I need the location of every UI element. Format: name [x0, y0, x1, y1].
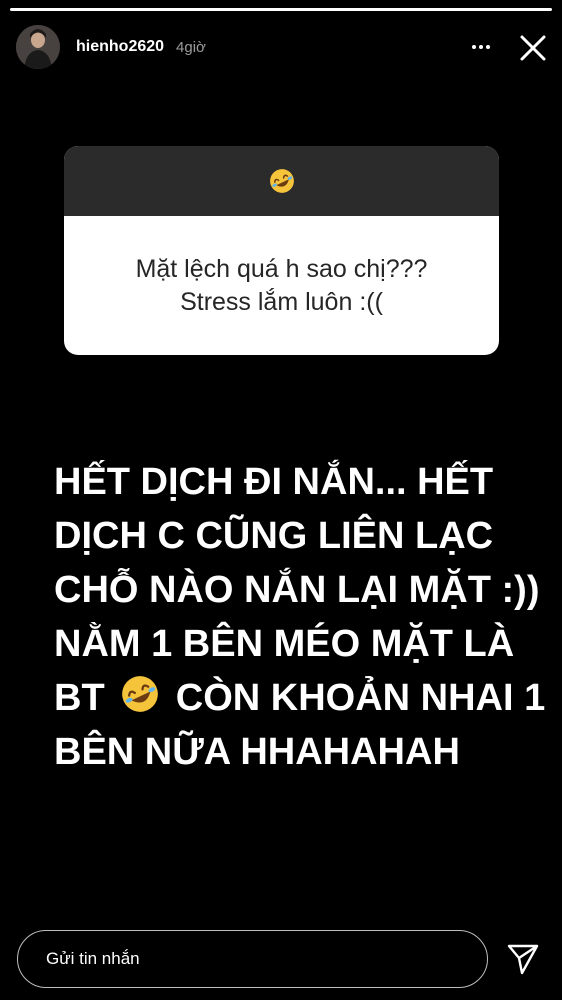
answer-line: BT CÒN KHOẢN NHAI 1: [54, 671, 554, 725]
answer-line: BÊN NỮA HHAHAHAH: [54, 731, 460, 773]
username[interactable]: hienho2620: [76, 38, 164, 56]
story-progress-bar: [10, 8, 552, 11]
answer-segment: BT: [54, 677, 105, 719]
question-sticker: Mặt lệch quá h sao chị??? Stress lắm luô…: [64, 146, 499, 355]
answer-line: HẾT DỊCH ĐI NẮN... HẾT: [54, 461, 494, 503]
answer-line: DỊCH C CŨNG LIÊN LẠC: [54, 515, 494, 557]
story-progress-fill: [10, 8, 552, 11]
more-horizontal-icon: [472, 45, 476, 49]
question-line: Stress lắm luôn :((: [180, 287, 383, 316]
message-input[interactable]: Gửi tin nhắn: [17, 930, 488, 988]
send-icon[interactable]: [505, 941, 541, 977]
answer-line: NẰM 1 BÊN MÉO MẶT LÀ: [54, 623, 515, 665]
close-icon[interactable]: [516, 31, 550, 65]
answer-segment: CÒN KHOẢN NHAI 1: [175, 677, 546, 719]
story-timestamp: 4giờ: [176, 38, 206, 56]
laughing-emoji-icon: [269, 169, 294, 193]
question-sticker-body: Mặt lệch quá h sao chị??? Stress lắm luô…: [64, 216, 499, 355]
answer-line: CHỖ NÀO NẮN LẠI MẶT :)): [54, 569, 540, 611]
message-placeholder: Gửi tin nhắn: [46, 949, 140, 968]
laughing-emoji-icon: [122, 676, 159, 712]
story-answer-text: HẾT DỊCH ĐI NẮN... HẾT DỊCH C CŨNG LIÊN …: [54, 455, 554, 779]
question-line: Mặt lệch quá h sao chị???: [135, 254, 428, 283]
more-options-button[interactable]: [466, 33, 496, 61]
avatar[interactable]: [16, 25, 60, 69]
story-header: hienho2620 4giờ: [16, 24, 552, 70]
question-sticker-header: [64, 146, 499, 216]
